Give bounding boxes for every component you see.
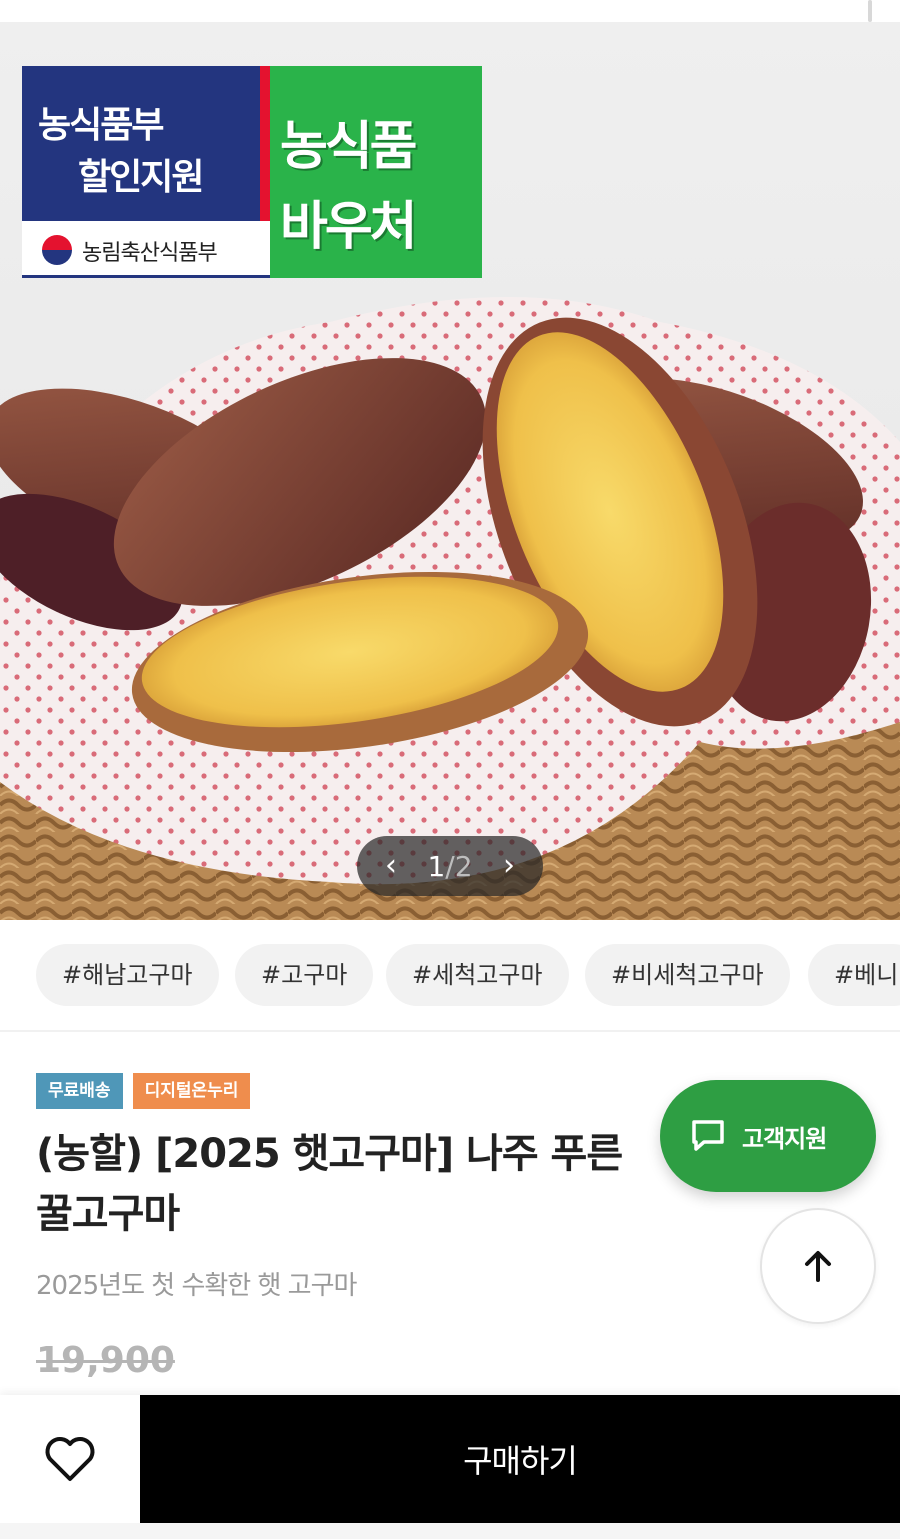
scroll-indicator (868, 0, 872, 22)
taeguk-icon (42, 235, 72, 265)
hashtag-chip[interactable]: #세척고구마 (386, 944, 569, 1006)
bottom-spacer (0, 1523, 900, 1539)
page-separator: / (445, 849, 455, 883)
badge-text-line2: 할인지원 (78, 157, 204, 198)
chat-bubble-icon (692, 1120, 724, 1151)
product-title: (농할) [2025 햇고구마] 나주 푸른 꿀고구마 (36, 1124, 756, 1244)
heart-icon (45, 1437, 95, 1481)
product-title-line1: (농할) [2025 햇고구마] 나주 푸른 (36, 1131, 623, 1177)
hashtag-chip[interactable]: #고구마 (235, 944, 374, 1006)
hashtag-list: #해남고구마 #고구마 #세척고구마 #비세척고구마 #베니 (0, 920, 900, 1032)
customer-support-button[interactable]: 고객지원 (660, 1080, 876, 1192)
hashtag-chip[interactable]: #베니 (808, 944, 900, 1006)
badge-text-line1: 농식품부 (38, 105, 164, 146)
product-badges: 무료배송 디지털온누리 (36, 1073, 251, 1109)
image-pager: ‹ 1/2 › (357, 836, 543, 896)
chevron-right-icon[interactable]: › (497, 851, 521, 881)
voucher-panel: 농식품 바우처 (270, 66, 482, 278)
total-pages: 2 (454, 849, 473, 883)
bottom-purchase-bar: 구매하기 (0, 1395, 900, 1523)
discount-support-panel: 농식품부 할인지원 (22, 66, 260, 221)
ministry-panel: 농림축산식품부 (22, 221, 270, 278)
voucher-text-line2: 바우처 (280, 197, 418, 257)
voucher-badge: 농식품부 할인지원 농림축산식품부 농식품 바우처 (22, 66, 482, 278)
original-price: 19,900 (36, 1340, 175, 1381)
product-title-line2: 꿀고구마 (36, 1191, 180, 1237)
customer-support-label: 고객지원 (742, 1124, 827, 1153)
top-strip (0, 0, 900, 22)
buy-button[interactable]: 구매하기 (140, 1395, 900, 1523)
onnuri-badge: 디지털온누리 (132, 1073, 251, 1109)
product-page: 농식품부 할인지원 농림축산식품부 농식품 바우처 ‹ 1/2 › #해남고구마… (0, 0, 900, 1539)
voucher-text-line1: 농식품 (280, 117, 418, 177)
chevron-left-icon[interactable]: ‹ (379, 851, 403, 881)
product-subtitle: 2025년도 첫 수확한 햇 고구마 (36, 1271, 357, 1301)
product-image-carousel[interactable]: 농식품부 할인지원 농림축산식품부 농식품 바우처 ‹ 1/2 › (0, 22, 900, 920)
scroll-to-top-button[interactable] (760, 1208, 876, 1324)
arrow-up-icon (805, 1251, 831, 1282)
free-shipping-badge: 무료배송 (36, 1073, 123, 1109)
ministry-name: 농림축산식품부 (82, 241, 218, 266)
wishlist-button[interactable] (0, 1395, 140, 1523)
hashtag-chip[interactable]: #비세척고구마 (585, 944, 790, 1006)
badge-divider (260, 66, 270, 221)
current-page: 1 (427, 849, 446, 883)
page-indicator: 1/2 (427, 850, 472, 883)
hashtag-chip[interactable]: #해남고구마 (36, 944, 219, 1006)
